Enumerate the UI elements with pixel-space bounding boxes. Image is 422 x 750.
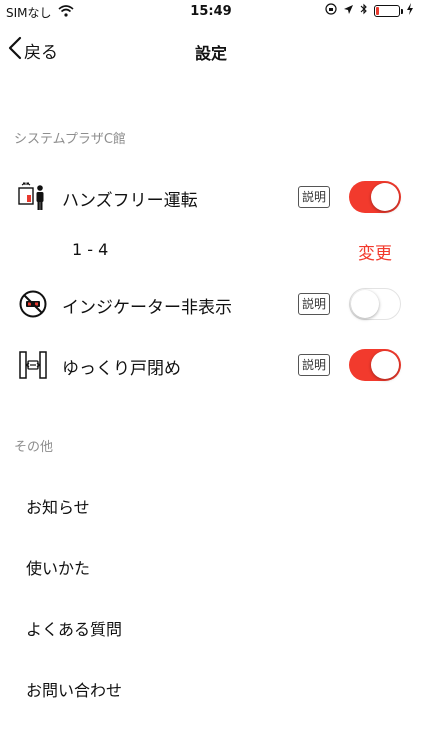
- section-header-building: システムプラザC館: [14, 132, 126, 147]
- indicator-toggle[interactable]: [349, 288, 401, 320]
- charging-icon: [406, 3, 414, 18]
- menu-item-how-to-use[interactable]: 使いかた: [0, 539, 422, 591]
- slow-door-help-button[interactable]: 説明: [298, 354, 331, 376]
- setting-row-handsfree: ハンズフリー運転 説明: [0, 172, 422, 222]
- page-title: 設定: [194, 44, 227, 63]
- menu-item-label: 使いかた: [26, 559, 91, 578]
- battery-fill: [376, 6, 380, 15]
- setting-row-slow-door: ゆっくり戸閉め 説明: [0, 340, 422, 390]
- slow-door-toggle[interactable]: [349, 349, 401, 381]
- nav-bar: 戻る 設定: [0, 22, 422, 78]
- change-floor-button[interactable]: 変更: [358, 239, 392, 264]
- menu-item-faq[interactable]: よくある質問: [0, 600, 422, 652]
- handsfree-help-button[interactable]: 説明: [298, 186, 331, 208]
- no-indicator-icon: [18, 289, 48, 319]
- menu-item-news[interactable]: お知らせ: [0, 478, 422, 530]
- floor-range-row: 1 - 4 変更: [0, 226, 422, 276]
- handsfree-toggle[interactable]: [349, 181, 401, 213]
- section-header-other: その他: [14, 440, 54, 455]
- rotation-lock-icon: [325, 3, 337, 18]
- door-close-icon: [18, 350, 48, 380]
- menu-item-contact[interactable]: お問い合わせ: [0, 661, 422, 713]
- battery-icon: [374, 4, 403, 17]
- floor-range-value: 1 - 4: [72, 240, 109, 259]
- menu-item-label: お知らせ: [26, 498, 90, 517]
- toggle-knob: [351, 290, 379, 318]
- status-right: [325, 3, 414, 18]
- setting-row-indicator: インジケーター非表示 説明: [0, 279, 422, 329]
- handsfree-person-icon: [18, 182, 48, 212]
- handsfree-label: ハンズフリー運転: [62, 191, 198, 211]
- indicator-label: インジケーター非表示: [62, 298, 232, 318]
- status-bar: SIMなし 15:49: [0, 0, 422, 22]
- menu-item-label: お問い合わせ: [26, 681, 123, 700]
- bluetooth-icon: [360, 3, 368, 18]
- menu-item-label: よくある質問: [26, 620, 123, 639]
- location-icon: [343, 4, 354, 18]
- slow-door-label: ゆっくり戸閉め: [62, 359, 181, 379]
- toggle-knob: [371, 183, 399, 211]
- toggle-knob: [371, 351, 399, 379]
- indicator-help-button[interactable]: 説明: [298, 293, 331, 315]
